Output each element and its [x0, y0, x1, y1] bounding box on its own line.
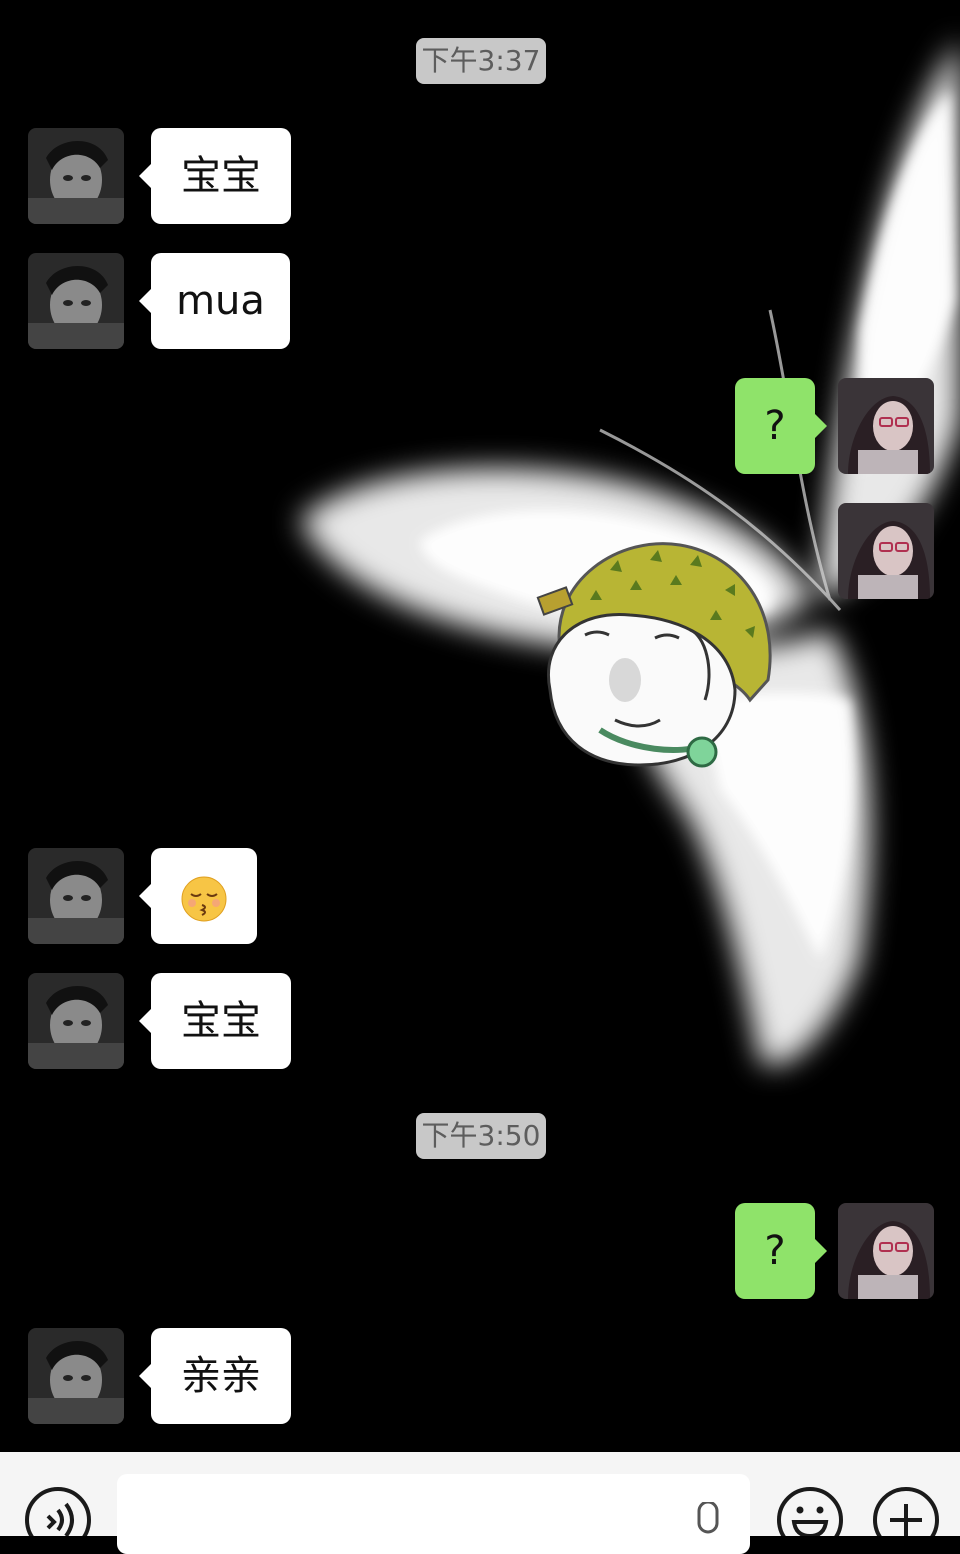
message-text-input[interactable]: [117, 1474, 750, 1554]
durian-meme-sticker[interactable]: [530, 530, 780, 780]
emoji-icon[interactable]: [776, 1486, 844, 1536]
voice-toggle-icon[interactable]: [24, 1486, 92, 1536]
contact-avatar[interactable]: [28, 848, 124, 944]
plus-icon[interactable]: [872, 1486, 940, 1536]
message-bubble-outgoing[interactable]: ?: [735, 1203, 827, 1299]
message-bubble-incoming[interactable]: [139, 848, 257, 944]
timestamp-badge: 下午3:50: [416, 1113, 546, 1159]
self-avatar[interactable]: [838, 1203, 934, 1299]
contact-avatar[interactable]: [28, 973, 124, 1069]
chat-input-bar: [0, 1452, 960, 1554]
message-bubble-incoming[interactable]: 宝宝: [139, 128, 291, 224]
message-bubble-incoming[interactable]: 宝宝: [139, 973, 291, 1069]
timestamp-badge: 下午3:37: [416, 38, 546, 84]
contact-avatar[interactable]: [28, 253, 124, 349]
self-avatar[interactable]: [838, 378, 934, 474]
message-bubble-incoming[interactable]: 亲亲: [139, 1328, 291, 1424]
message-bubble-incoming[interactable]: mua: [139, 253, 290, 349]
self-avatar[interactable]: [838, 503, 934, 599]
contact-avatar[interactable]: [28, 1328, 124, 1424]
microphone-icon[interactable]: [688, 1502, 728, 1536]
message-bubble-outgoing[interactable]: ?: [735, 378, 827, 474]
contact-avatar[interactable]: [28, 128, 124, 224]
kissing-face-emoji: [181, 876, 227, 922]
butterfly-wallpaper: [0, 0, 960, 1452]
